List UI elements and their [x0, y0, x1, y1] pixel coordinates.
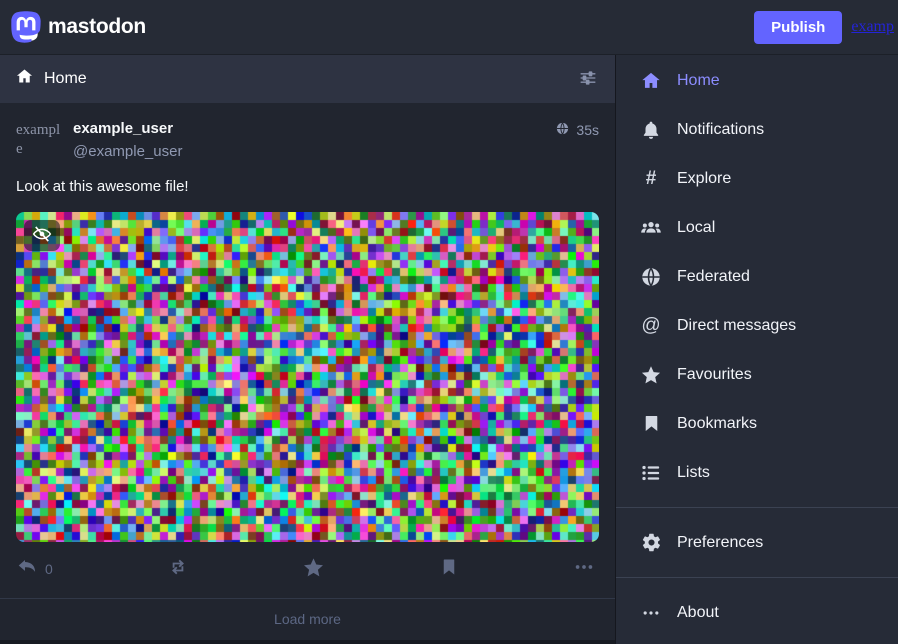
bookmark-button[interactable]	[439, 557, 459, 580]
mastodon-logo-icon	[10, 9, 42, 45]
brand-logo-link[interactable]: mastodon	[10, 9, 146, 45]
sidebar-item-label: Favourites	[677, 366, 752, 384]
divider	[616, 577, 898, 578]
nav-main: Home Notifications # Explore	[616, 56, 898, 497]
load-more-button[interactable]: Load more	[0, 599, 615, 640]
navigation-panel: Home Notifications # Explore	[615, 55, 898, 644]
ellipsis-icon	[640, 602, 662, 624]
status-action-bar: 0	[16, 554, 599, 584]
avatar[interactable]: example	[16, 117, 62, 163]
sidebar-item-direct-messages[interactable]: @ Direct messages	[616, 301, 898, 350]
bell-icon	[640, 119, 662, 141]
mastodon-app: mastodon Publish examp Home	[0, 0, 898, 644]
sidebar-item-label: Notifications	[677, 121, 764, 139]
status-content: Look at this awesome file!	[16, 177, 599, 197]
hashtag-icon: #	[640, 168, 662, 190]
bookmark-icon	[640, 413, 662, 435]
column-header-home[interactable]: Home	[0, 55, 615, 103]
sidebar-item-favourites[interactable]: Favourites	[616, 350, 898, 399]
sliders-icon	[578, 68, 598, 91]
sidebar-item-label: Direct messages	[677, 317, 796, 335]
sidebar-item-preferences[interactable]: Preferences	[616, 518, 898, 567]
timestamp: 35s	[576, 122, 599, 138]
ellipsis-icon	[573, 556, 595, 581]
topbar-right: Publish examp	[754, 11, 894, 44]
account-handle: @example_user	[73, 143, 555, 160]
display-name: example_user	[73, 120, 555, 137]
home-icon	[15, 67, 34, 91]
eye-slash-icon	[32, 224, 52, 247]
sidebar-item-bookmarks[interactable]: Bookmarks	[616, 399, 898, 448]
gear-icon	[640, 532, 662, 554]
sidebar-item-label: Preferences	[677, 534, 763, 552]
media-noise-canvas	[16, 212, 599, 542]
sidebar-item-about[interactable]: About	[616, 588, 898, 637]
more-options-button[interactable]	[573, 556, 595, 581]
sidebar-item-label: Federated	[677, 268, 750, 286]
reply-count: 0	[45, 561, 53, 577]
status-meta[interactable]: 35s	[555, 117, 599, 139]
account-names[interactable]: example_user @example_user	[73, 117, 555, 160]
globe-visibility-icon	[555, 121, 570, 139]
top-bar: mastodon Publish examp	[0, 0, 898, 55]
people-icon	[640, 217, 662, 239]
status-header: example example_user @example_user 35s	[16, 117, 599, 163]
sidebar-item-label: Local	[677, 219, 715, 237]
column-settings-button[interactable]	[576, 67, 600, 91]
reply-icon	[16, 556, 38, 581]
boost-button[interactable]	[167, 556, 189, 581]
sidebar-item-home[interactable]: Home	[616, 56, 898, 105]
status-post: example example_user @example_user 35s	[0, 103, 615, 598]
sidebar-item-label: Explore	[677, 170, 731, 188]
brand-wordmark: mastodon	[48, 15, 146, 39]
media-attachment[interactable]	[16, 212, 599, 542]
boost-icon	[167, 556, 189, 581]
divider	[616, 507, 898, 508]
sidebar-item-label: Bookmarks	[677, 415, 757, 433]
star-icon	[302, 556, 325, 582]
star-icon	[640, 364, 662, 386]
sidebar-item-notifications[interactable]: Notifications	[616, 105, 898, 154]
list-icon	[640, 462, 662, 484]
main-layout: Home example example_us	[0, 55, 898, 644]
column-title: Home	[44, 70, 87, 88]
sidebar-item-label: Lists	[677, 464, 710, 482]
home-timeline-column: Home example example_us	[0, 55, 615, 644]
favourite-button[interactable]	[302, 556, 325, 582]
sidebar-item-local[interactable]: Local	[616, 203, 898, 252]
bookmark-icon	[439, 557, 459, 580]
sidebar-item-label: Home	[677, 72, 720, 90]
sidebar-item-label: About	[677, 604, 719, 622]
hide-media-button[interactable]	[24, 220, 60, 251]
home-icon	[640, 70, 662, 92]
publish-button[interactable]: Publish	[754, 11, 842, 44]
globe-icon	[640, 266, 662, 288]
sidebar-item-explore[interactable]: # Explore	[616, 154, 898, 203]
account-link[interactable]: examp	[851, 18, 894, 36]
at-icon: @	[640, 315, 662, 337]
sidebar-item-lists[interactable]: Lists	[616, 448, 898, 497]
reply-button[interactable]: 0	[16, 556, 53, 581]
sidebar-item-federated[interactable]: Federated	[616, 252, 898, 301]
